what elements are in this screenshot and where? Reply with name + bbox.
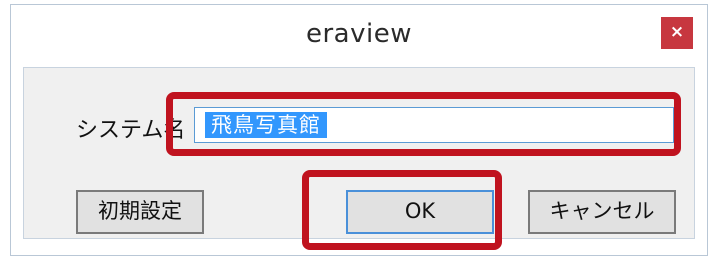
eraview-dialog: eraview × システム名 飛鳥写真館 初期設定 OK キャンセル — [10, 4, 708, 256]
dialog-body: システム名 飛鳥写真館 初期設定 OK キャンセル — [23, 67, 695, 239]
window-title: eraview — [306, 19, 412, 49]
close-button[interactable]: × — [661, 17, 693, 49]
ok-button[interactable]: OK — [346, 190, 494, 234]
title-bar: eraview × — [11, 5, 707, 67]
screenshot-stage: eraview × システム名 飛鳥写真館 初期設定 OK キャンセル — [0, 0, 717, 258]
system-name-label: システム名 — [76, 118, 186, 143]
initial-settings-button[interactable]: 初期設定 — [76, 190, 204, 234]
system-name-value: 飛鳥写真館 — [205, 112, 327, 138]
cancel-button[interactable]: キャンセル — [528, 190, 676, 234]
close-icon: × — [669, 22, 685, 42]
system-name-input[interactable]: 飛鳥写真館 — [194, 107, 674, 143]
